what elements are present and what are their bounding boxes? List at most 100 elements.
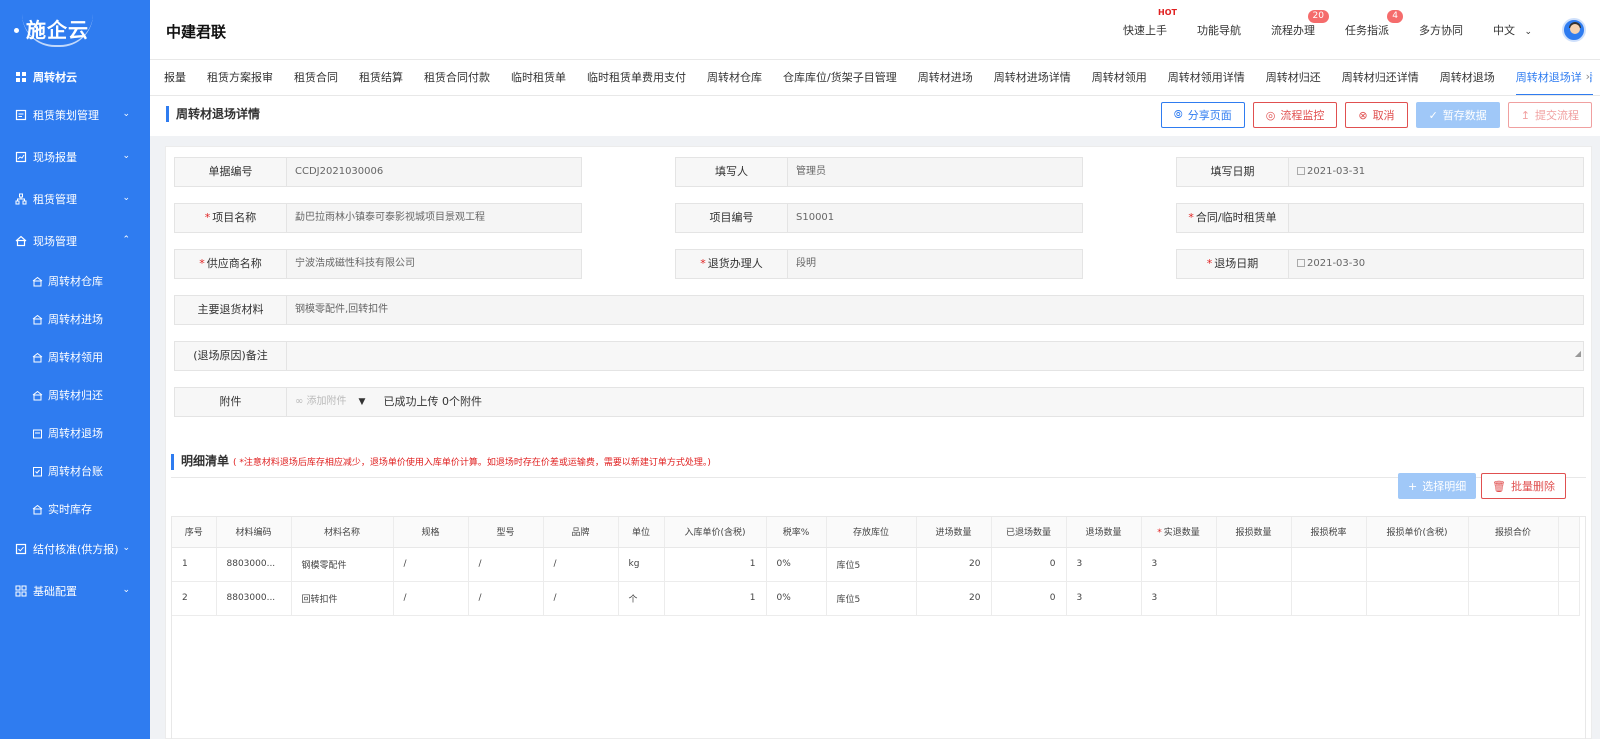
field-attachment: 附件 ∞ 添加附件 ▼ 已成功上传 0个附件: [174, 387, 1584, 417]
tab-entry-detail[interactable]: 周转材进场详情: [994, 60, 1071, 95]
required-mark: *: [204, 211, 211, 224]
tab-temp-lease-pay[interactable]: 临时租赁单费用支付: [587, 60, 686, 95]
sidebar-item-label: 现场管理: [33, 235, 77, 248]
cell-loss-tax[interactable]: [1291, 547, 1367, 582]
check-doc-icon: [15, 543, 27, 555]
submit-button[interactable]: ↥ 提交流程: [1507, 102, 1592, 128]
col-header: 报损税率: [1291, 517, 1367, 548]
cell-exit-qty[interactable]: 3: [1066, 581, 1142, 616]
sidebar-sub-ledger[interactable]: 周转材台账: [0, 452, 150, 490]
select-detail-button[interactable]: + 选择明细: [1398, 473, 1477, 499]
chart-icon: [15, 151, 27, 163]
sidebar-item-home[interactable]: 周转材云: [0, 60, 150, 94]
tab-return[interactable]: 周转材归还: [1266, 60, 1321, 95]
tab-entry[interactable]: 周转材进场: [918, 60, 973, 95]
tab-lease-plan[interactable]: 租赁方案报审: [207, 60, 273, 95]
sidebar-sub-stock[interactable]: 实时库存: [0, 490, 150, 528]
cell-unit: kg: [618, 547, 665, 582]
sidebar-sub-return[interactable]: 周转材归还: [0, 376, 150, 414]
field-material: 主要退货材料 钢模零配件,回转扣件: [174, 295, 1584, 325]
handler-input[interactable]: 段明: [788, 249, 1083, 279]
col-header: 报损数量: [1216, 517, 1292, 548]
sidebar-item-site-manage[interactable]: 现场管理 ⌃: [0, 220, 150, 262]
batch-delete-button[interactable]: 🗑 批量删除: [1481, 473, 1566, 499]
nav-process[interactable]: 流程办理 20: [1271, 10, 1329, 38]
cancel-button[interactable]: ⊗ 取消: [1345, 102, 1408, 128]
tab-use[interactable]: 周转材领用: [1092, 60, 1147, 95]
cell-loss-qty[interactable]: [1216, 581, 1292, 616]
supplier-input[interactable]: 宁波浩成磁性科技有限公司: [287, 249, 582, 279]
sidebar-item-lease-plan[interactable]: 租赁策划管理 ⌄: [0, 94, 150, 136]
tab-report[interactable]: 报量: [164, 60, 186, 95]
required-mark: *: [1188, 211, 1194, 224]
tab-lease-settle[interactable]: 租赁结算: [359, 60, 403, 95]
cell-brand: /: [543, 547, 619, 582]
chevron-right-icon[interactable]: ›: [1581, 70, 1590, 83]
project-name-input[interactable]: 勐巴拉雨林小镇泰可泰影视城项目景观工程: [287, 203, 582, 233]
tab-temp-lease[interactable]: 临时租赁单: [511, 60, 566, 95]
section-divider: [171, 477, 1586, 478]
table-row[interactable]: 2 8803000... 回转扣件 / / / 个 1 0% 库位5 20 0 …: [172, 581, 1580, 616]
cell-loss-tax[interactable]: [1291, 581, 1367, 616]
tab-exit[interactable]: 周转材退场: [1440, 60, 1495, 95]
cell-exit-qty[interactable]: 3: [1066, 547, 1142, 582]
add-attachment-button[interactable]: ∞ 添加附件: [295, 388, 347, 416]
tab-lease-contract[interactable]: 租赁合同: [294, 60, 338, 95]
cell-loss-price[interactable]: [1366, 581, 1469, 616]
detail-table: 序号 材料编码 材料名称 规格 型号 品牌 单位 入库单价(含税) 税率% 存放…: [171, 516, 1586, 739]
app-logo[interactable]: 施企云: [0, 0, 150, 60]
field-project-no: 项目编号 S10001: [675, 203, 1083, 233]
filler-input[interactable]: 管理员: [788, 157, 1083, 187]
language-label: 中文: [1492, 24, 1515, 37]
sidebar-item-label: 基础配置: [33, 585, 77, 598]
sidebar-sub-entry[interactable]: 周转材进场: [0, 300, 150, 338]
cell-loss-qty[interactable]: [1216, 547, 1292, 582]
cell-spec: /: [393, 581, 469, 616]
material-input[interactable]: 钢模零配件,回转扣件: [287, 295, 1584, 325]
section-title-text: 明细清单: [181, 454, 230, 468]
cell-loss-price[interactable]: [1366, 547, 1469, 582]
field-label: 填写人: [675, 157, 788, 187]
language-select[interactable]: 中文 ⌄: [1493, 22, 1532, 38]
save-draft-button[interactable]: ✓ 暂存数据: [1415, 102, 1500, 128]
nav-function-guide[interactable]: 功能导航: [1197, 22, 1241, 38]
sidebar-item-base-config[interactable]: 基础配置 ⌄: [0, 570, 150, 612]
nav-collaboration[interactable]: 多方协同: [1419, 22, 1463, 38]
contract-input[interactable]: [1289, 203, 1584, 233]
doc-no-input[interactable]: CCDJ2021030006: [287, 157, 582, 187]
cell-actual-qty[interactable]: 3: [1141, 547, 1217, 582]
col-header-text: 实退数量: [1163, 528, 1200, 539]
tab-return-detail[interactable]: 周转材归还详情: [1342, 60, 1419, 95]
cell-actual-qty[interactable]: 3: [1141, 581, 1217, 616]
sidebar-sub-use[interactable]: 周转材领用: [0, 338, 150, 376]
tab-storage-location[interactable]: 仓库库位/货架子目管理: [783, 60, 897, 95]
sidebar-sub-exit[interactable]: 周转材退场: [0, 414, 150, 452]
nav-task-assign[interactable]: 任务指派 4: [1345, 10, 1403, 38]
sidebar-item-settlement[interactable]: 结付核准(供方报) ⌄: [0, 528, 150, 570]
table-row[interactable]: 1 8803000... 钢模零配件 / / / kg 1 0% 库位5 20 …: [172, 547, 1580, 582]
required-mark: *: [700, 257, 706, 270]
caret-down-icon[interactable]: ▼: [359, 388, 366, 416]
count-badge: 4: [1387, 10, 1403, 23]
sidebar-item-lease-manage[interactable]: 租赁管理 ⌄: [0, 178, 150, 220]
exit-date-input[interactable]: 2021-03-30: [1289, 249, 1584, 279]
cell-index: 2: [172, 581, 217, 616]
cell-name: 回转扣件: [291, 581, 394, 616]
label-text: 项目名称: [212, 211, 257, 224]
sidebar-sub-label: 周转材进场: [48, 313, 103, 326]
share-button[interactable]: ⦾ 分享页面: [1160, 102, 1245, 128]
avatar[interactable]: [1562, 18, 1586, 42]
remark-textarea[interactable]: ◢: [287, 341, 1584, 371]
nav-quick-start[interactable]: 快速上手 HOT: [1123, 8, 1177, 38]
tab-warehouse[interactable]: 周转材仓库: [707, 60, 762, 95]
field-remark: (退场原因)备注 ◢: [174, 341, 1584, 371]
project-no-input[interactable]: S10001: [788, 203, 1083, 233]
cell-code: 8803000...: [216, 547, 292, 582]
resize-handle-icon[interactable]: ◢: [1575, 340, 1581, 368]
monitor-button[interactable]: ◎ 流程监控: [1252, 102, 1338, 128]
fill-date-input[interactable]: 2021-03-31: [1289, 157, 1584, 187]
tab-use-detail[interactable]: 周转材领用详情: [1168, 60, 1245, 95]
tab-contract-payment[interactable]: 租赁合同付款: [424, 60, 490, 95]
sidebar-item-site-report[interactable]: 现场报量 ⌄: [0, 136, 150, 178]
sidebar-sub-warehouse[interactable]: 周转材仓库: [0, 262, 150, 300]
